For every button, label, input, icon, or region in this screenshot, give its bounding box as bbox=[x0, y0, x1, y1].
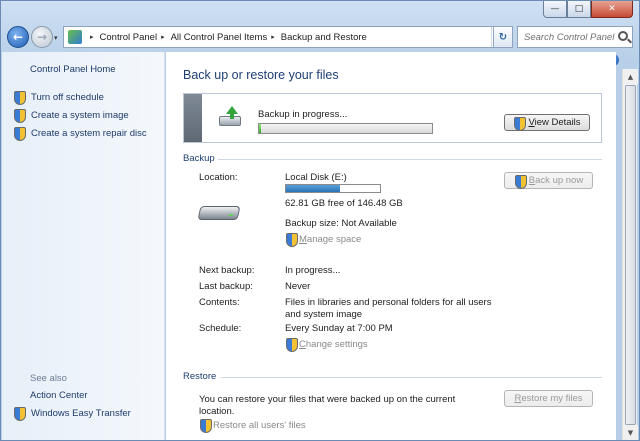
recent-pages-dropdown[interactable]: ▾ bbox=[54, 34, 58, 42]
progress-label: Backup in progress... bbox=[258, 109, 348, 120]
manage-space-label: Manage space bbox=[299, 233, 362, 245]
contents-value-line2: and system image bbox=[285, 309, 363, 320]
uac-shield-icon bbox=[285, 233, 298, 247]
location-value: Local Disk (E:) bbox=[285, 172, 347, 183]
search-placeholder: Search Control Panel bbox=[524, 31, 615, 43]
restore-section-heading: Restore bbox=[183, 371, 217, 382]
uac-shield-icon bbox=[13, 109, 26, 123]
backup-progress-bar bbox=[258, 123, 433, 134]
back-button[interactable]: ← bbox=[7, 26, 29, 48]
forward-button[interactable]: → bbox=[31, 26, 53, 48]
chevron-down-icon: ▼ bbox=[627, 428, 634, 437]
sidebar-item-label: Turn off schedule bbox=[31, 91, 104, 103]
view-details-label: View Details bbox=[528, 117, 581, 128]
breadcrumb-backup-restore[interactable]: Backup and Restore bbox=[281, 32, 367, 43]
restore-description-line2: location. bbox=[199, 406, 235, 417]
scroll-up-button[interactable]: ▲ bbox=[623, 69, 638, 84]
restore-section-divider bbox=[221, 377, 602, 378]
restore-my-files-button[interactable]: Restore my files bbox=[504, 390, 593, 407]
uac-shield-icon bbox=[513, 116, 527, 131]
backup-section-heading: Backup bbox=[183, 153, 215, 164]
search-icon[interactable] bbox=[618, 31, 628, 41]
sidebar-item-label: Windows Easy Transfer bbox=[31, 407, 131, 419]
uac-shield-icon bbox=[199, 419, 212, 433]
restore-all-users-label: Restore all users' files bbox=[213, 419, 306, 431]
minimize-button[interactable]: — bbox=[543, 1, 567, 18]
back-up-now-label: Back up now bbox=[528, 175, 584, 186]
minimize-icon: — bbox=[550, 4, 560, 14]
scroll-down-button[interactable]: ▼ bbox=[623, 425, 638, 440]
backup-progress-fill bbox=[259, 124, 261, 133]
schedule-value: Every Sunday at 7:00 PM bbox=[285, 323, 393, 334]
next-backup-label: Next backup: bbox=[199, 265, 255, 276]
breadcrumb-all-items[interactable]: All Control Panel Items bbox=[171, 32, 268, 43]
sidebar-item-label: Create a system repair disc bbox=[31, 127, 147, 139]
contents-label: Contents: bbox=[199, 297, 240, 308]
progress-panel-accent bbox=[184, 94, 202, 142]
view-details-button[interactable]: View Details bbox=[504, 114, 590, 131]
maximize-icon: □ bbox=[574, 4, 584, 14]
backup-section-divider bbox=[218, 159, 602, 160]
uac-shield-icon bbox=[13, 91, 26, 105]
uac-shield-icon bbox=[13, 127, 26, 141]
close-icon: ✕ bbox=[608, 4, 616, 14]
uac-shield-icon bbox=[514, 174, 527, 189]
disk-usage-bar bbox=[285, 184, 381, 193]
breadcrumb-control-panel[interactable]: Control Panel bbox=[100, 32, 158, 43]
sidebar-item-turn-off-schedule[interactable]: Turn off schedule bbox=[13, 91, 104, 105]
backup-progress-panel: Backup in progress... View Details bbox=[183, 93, 602, 143]
window-frame: — □ ✕ ← → ▾ ▸ Control Panel ▸ All Contro… bbox=[0, 0, 640, 441]
control-panel-icon bbox=[68, 30, 82, 44]
free-space-text: 62.81 GB free of 146.48 GB bbox=[285, 198, 403, 209]
back-arrow-icon: ← bbox=[12, 30, 24, 44]
backup-drive-icon bbox=[219, 106, 241, 128]
back-up-now-button[interactable]: Back up now bbox=[504, 172, 593, 189]
navigation-bar: ← → ▾ ▸ Control Panel ▸ All Control Pane… bbox=[1, 23, 639, 51]
main-content: Back up or restore your files Backup in … bbox=[166, 52, 616, 440]
chevron-down-icon: ▾ bbox=[54, 34, 58, 42]
next-backup-value: In progress... bbox=[285, 265, 341, 276]
backup-size-text: Backup size: Not Available bbox=[285, 218, 397, 229]
sidebar-item-create-system-image[interactable]: Create a system image bbox=[13, 109, 129, 123]
sidebar-item-label: Create a system image bbox=[31, 109, 129, 121]
sidebar: Control Panel Home Turn off schedule Cre… bbox=[2, 52, 165, 440]
search-input[interactable]: Search Control Panel bbox=[517, 26, 633, 48]
change-settings-label: Change settings bbox=[299, 338, 368, 350]
maximize-button[interactable]: □ bbox=[567, 1, 591, 18]
uac-shield-icon bbox=[13, 407, 26, 421]
breadcrumb-separator-icon[interactable]: ▸ bbox=[271, 33, 275, 41]
vertical-scrollbar[interactable]: ▲ ▼ bbox=[622, 69, 638, 440]
see-also-heading: See also bbox=[30, 373, 67, 384]
sidebar-control-panel-home[interactable]: Control Panel Home bbox=[30, 64, 116, 75]
address-bar[interactable]: ▸ Control Panel ▸ All Control Panel Item… bbox=[63, 26, 510, 48]
uac-shield-icon bbox=[285, 338, 298, 352]
refresh-button[interactable]: ↻ bbox=[493, 26, 513, 48]
chevron-up-icon: ▲ bbox=[627, 72, 634, 81]
refresh-icon: ↻ bbox=[498, 31, 508, 43]
schedule-label: Schedule: bbox=[199, 323, 242, 334]
sidebar-link-action-center[interactable]: Action Center bbox=[30, 390, 88, 401]
last-backup-value: Never bbox=[285, 281, 311, 292]
local-disk-icon bbox=[197, 203, 241, 221]
restore-description-line1: You can restore your files that were bac… bbox=[199, 394, 456, 405]
contents-value-line1: Files in libraries and personal folders … bbox=[285, 297, 492, 308]
last-backup-label: Last backup: bbox=[199, 281, 253, 292]
sidebar-item-create-repair-disc[interactable]: Create a system repair disc bbox=[13, 127, 147, 141]
scrollbar-thumb[interactable] bbox=[625, 85, 636, 425]
breadcrumb-separator-icon[interactable]: ▸ bbox=[90, 33, 94, 41]
restore-my-files-label: Restore my files bbox=[514, 393, 583, 404]
location-label: Location: bbox=[199, 172, 238, 183]
manage-space-link[interactable]: Manage space bbox=[285, 233, 362, 247]
sidebar-link-easy-transfer[interactable]: Windows Easy Transfer bbox=[13, 407, 131, 421]
page-title: Back up or restore your files bbox=[183, 68, 339, 82]
breadcrumb-separator-icon[interactable]: ▸ bbox=[161, 33, 165, 41]
restore-all-users-link[interactable]: Restore all users' files bbox=[199, 419, 306, 433]
close-button[interactable]: ✕ bbox=[591, 1, 633, 18]
caption-buttons: — □ ✕ bbox=[543, 1, 633, 18]
disk-usage-fill bbox=[286, 185, 340, 192]
change-settings-link[interactable]: Change settings bbox=[285, 338, 368, 352]
forward-arrow-icon: → bbox=[36, 30, 48, 44]
